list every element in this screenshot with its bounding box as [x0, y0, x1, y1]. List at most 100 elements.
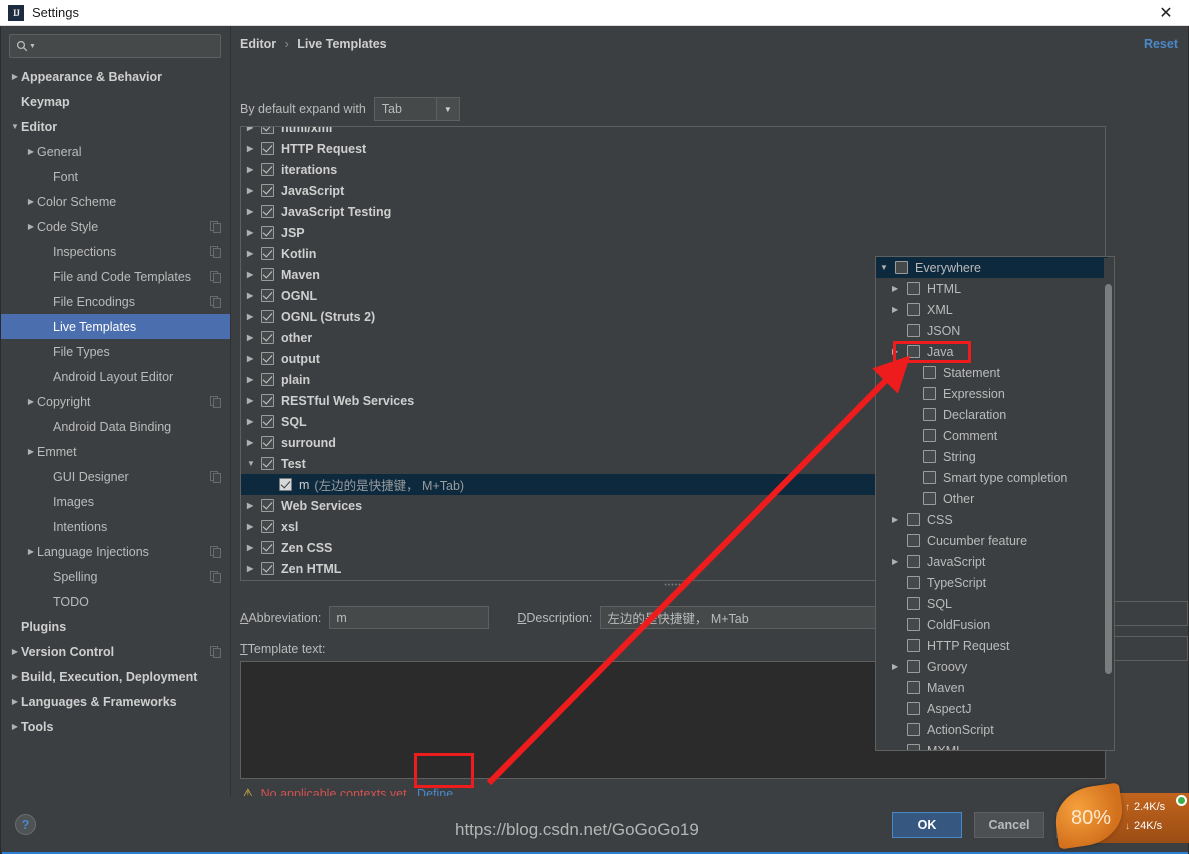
sidebar-item-images[interactable]: ▶Images	[1, 489, 230, 514]
context-item-html[interactable]: ▶ HTML	[876, 278, 1108, 299]
context-item-smart-type-completion[interactable]: Smart type completion	[876, 467, 1108, 488]
chevron-right-icon[interactable]: ▶	[247, 228, 261, 237]
chevron-right-icon[interactable]: ▶	[247, 165, 261, 174]
chevron-right-icon[interactable]: ▶	[9, 72, 21, 81]
context-item-javascript[interactable]: ▶ JavaScript	[876, 551, 1108, 572]
chevron-right-icon[interactable]: ▶	[892, 284, 907, 293]
sidebar-item-live-templates[interactable]: ▶Live Templates	[1, 314, 230, 339]
abbreviation-input[interactable]: m	[329, 606, 490, 629]
template-row[interactable]: ▶ JSP	[241, 222, 1105, 243]
chevron-down-icon[interactable]: ▼	[435, 97, 460, 121]
sidebar-item-inspections[interactable]: ▶Inspections	[1, 239, 230, 264]
sidebar-item-emmet[interactable]: ▶ Emmet	[1, 439, 230, 464]
context-item-typescript[interactable]: TypeScript	[876, 572, 1108, 593]
context-checkbox[interactable]	[907, 303, 920, 316]
chevron-right-icon[interactable]: ▶	[247, 417, 261, 426]
chevron-right-icon[interactable]: ▶	[247, 144, 261, 153]
chevron-right-icon[interactable]: ▶	[25, 547, 37, 556]
chevron-right-icon[interactable]: ▶	[247, 564, 261, 573]
template-checkbox[interactable]	[261, 457, 274, 470]
sidebar-item-general[interactable]: ▶ General	[1, 139, 230, 164]
chevron-right-icon[interactable]: ▶	[892, 305, 907, 314]
context-checkbox[interactable]	[907, 639, 920, 652]
search-dropdown-icon[interactable]: ▼	[29, 43, 36, 50]
template-checkbox[interactable]	[261, 520, 274, 533]
context-item-expression[interactable]: Expression	[876, 383, 1108, 404]
sidebar-item-spelling[interactable]: ▶Spelling	[1, 564, 230, 589]
context-checkbox[interactable]	[923, 408, 936, 421]
context-item-cucumber-feature[interactable]: Cucumber feature	[876, 530, 1108, 551]
context-item-sql[interactable]: SQL	[876, 593, 1108, 614]
context-checkbox[interactable]	[907, 282, 920, 295]
context-checkbox[interactable]	[907, 555, 920, 568]
context-checkbox[interactable]	[923, 429, 936, 442]
context-item-coldfusion[interactable]: ColdFusion	[876, 614, 1108, 635]
chevron-right-icon[interactable]: ▶	[247, 186, 261, 195]
reset-link[interactable]: Reset	[1144, 37, 1178, 51]
chevron-right-icon[interactable]: ▶	[247, 207, 261, 216]
chevron-right-icon[interactable]: ▶	[25, 222, 37, 231]
template-checkbox[interactable]	[261, 184, 274, 197]
template-checkbox[interactable]	[261, 541, 274, 554]
context-popup[interactable]: ▼ Everywhere ▶ HTML ▶ XML JSON ▶ Java Statement Ex…	[875, 256, 1115, 751]
template-checkbox[interactable]	[261, 394, 274, 407]
sidebar-item-editor[interactable]: ▼ Editor	[1, 114, 230, 139]
template-row[interactable]: ▶ iterations	[241, 159, 1105, 180]
template-checkbox[interactable]	[261, 331, 274, 344]
context-checkbox[interactable]	[923, 492, 936, 505]
context-checkbox[interactable]	[923, 387, 936, 400]
chevron-right-icon[interactable]: ▶	[25, 397, 37, 406]
context-item-statement[interactable]: Statement	[876, 362, 1108, 383]
sidebar-item-file-and-code-templates[interactable]: ▶File and Code Templates	[1, 264, 230, 289]
template-checkbox[interactable]	[261, 373, 274, 386]
chevron-right-icon[interactable]: ▶	[9, 672, 21, 681]
context-checkbox[interactable]	[907, 534, 920, 547]
sidebar-item-version-control[interactable]: ▶ Version Control	[1, 639, 230, 664]
context-checkbox[interactable]	[907, 513, 920, 526]
context-item-maven[interactable]: Maven	[876, 677, 1108, 698]
context-scrollbar[interactable]	[1104, 258, 1113, 750]
chevron-right-icon[interactable]: ▶	[9, 647, 21, 656]
template-checkbox[interactable]	[261, 499, 274, 512]
sidebar-item-intentions[interactable]: ▶Intentions	[1, 514, 230, 539]
template-checkbox[interactable]	[261, 247, 274, 260]
chevron-right-icon[interactable]: ▶	[25, 147, 37, 156]
sidebar-item-android-layout-editor[interactable]: ▶Android Layout Editor	[1, 364, 230, 389]
context-item-mxml[interactable]: MXML	[876, 740, 1108, 750]
chevron-right-icon[interactable]: ▶	[892, 347, 907, 356]
chevron-right-icon[interactable]: ▶	[247, 312, 261, 321]
description-input[interactable]: 左边的是快捷键， M+Tab	[600, 606, 891, 629]
cancel-button[interactable]: Cancel	[974, 812, 1044, 838]
sidebar-item-todo[interactable]: ▶TODO	[1, 589, 230, 614]
chevron-right-icon[interactable]: ▶	[247, 127, 261, 132]
context-checkbox[interactable]	[923, 450, 936, 463]
context-checkbox[interactable]	[907, 702, 920, 715]
context-checkbox[interactable]	[907, 345, 920, 358]
context-item-css[interactable]: ▶ CSS	[876, 509, 1108, 530]
sidebar-item-gui-designer[interactable]: ▶GUI Designer	[1, 464, 230, 489]
template-row[interactable]: ▶ html/xml	[241, 127, 1105, 138]
template-checkbox[interactable]	[261, 415, 274, 428]
chevron-right-icon[interactable]: ▶	[25, 447, 37, 456]
template-checkbox[interactable]	[261, 205, 274, 218]
chevron-right-icon[interactable]: ▶	[247, 354, 261, 363]
template-checkbox[interactable]	[261, 562, 274, 575]
context-item-actionscript[interactable]: ActionScript	[876, 719, 1108, 740]
context-item-aspectj[interactable]: AspectJ	[876, 698, 1108, 719]
template-checkbox[interactable]	[261, 352, 274, 365]
context-item-json[interactable]: JSON	[876, 320, 1108, 341]
chevron-down-icon[interactable]: ▼	[880, 263, 895, 272]
chevron-right-icon[interactable]: ▶	[247, 270, 261, 279]
template-row[interactable]: ▶ JavaScript Testing	[241, 201, 1105, 222]
context-checkbox[interactable]	[923, 471, 936, 484]
chevron-right-icon[interactable]: ▶	[247, 438, 261, 447]
context-checkbox[interactable]	[907, 723, 920, 736]
sidebar-item-android-data-binding[interactable]: ▶Android Data Binding	[1, 414, 230, 439]
template-row[interactable]: ▶ HTTP Request	[241, 138, 1105, 159]
chevron-right-icon[interactable]: ▶	[892, 515, 907, 524]
breadcrumb-parent[interactable]: Editor	[240, 37, 276, 51]
context-item-other[interactable]: Other	[876, 488, 1108, 509]
context-checkbox[interactable]	[907, 744, 920, 750]
sidebar-item-file-encodings[interactable]: ▶File Encodings	[1, 289, 230, 314]
context-checkbox[interactable]	[923, 366, 936, 379]
